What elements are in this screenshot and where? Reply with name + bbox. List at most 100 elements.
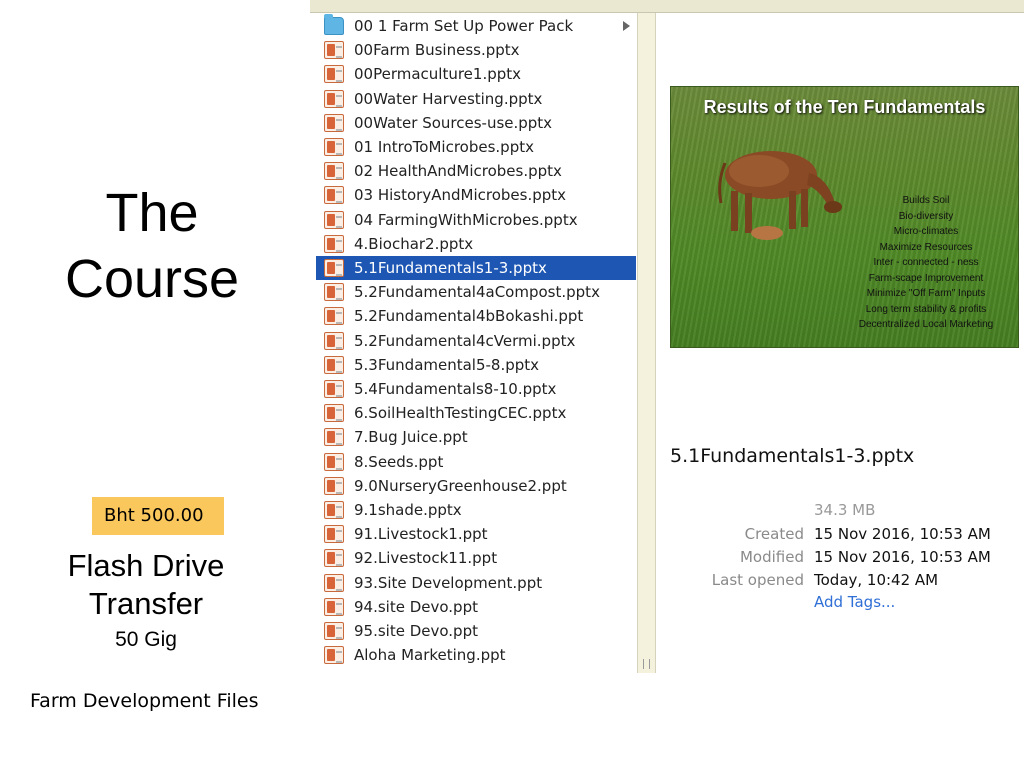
file-row[interactable]: 5.2Fundamental4aCompost.pptx <box>316 280 636 304</box>
ppt-icon <box>324 597 344 616</box>
file-row[interactable]: 5.3Fundamental5-8.pptx <box>316 353 636 377</box>
file-row[interactable]: 5.2Fundamental4bBokashi.ppt <box>316 304 636 328</box>
file-name: 5.2Fundamental4aCompost.pptx <box>354 283 600 302</box>
file-name: 5.2Fundamental4bBokashi.ppt <box>354 307 584 326</box>
ppt-icon <box>324 259 344 277</box>
file-name: 02 HealthAndMicrobes.pptx <box>354 162 562 181</box>
course-title: The Course <box>30 180 274 312</box>
file-row[interactable]: 93.Site Development.ppt <box>316 571 636 595</box>
finder-window: 00 1 Farm Set Up Power Pack 00Farm Busine… <box>310 0 1024 673</box>
thumbnail-bullet: Builds Soil <box>902 195 950 206</box>
ppt-icon <box>324 452 344 471</box>
ppt-icon <box>324 41 344 60</box>
ppt-icon <box>324 65 344 84</box>
file-row[interactable]: 9.0NurseryGreenhouse2.ppt <box>316 474 636 498</box>
file-row[interactable]: 8.Seeds.ppt <box>316 450 636 474</box>
meta-created: Created 15 Nov 2016, 10:53 AM <box>656 525 1024 547</box>
last-opened-label: Last opened <box>711 571 804 589</box>
flash-line1: Flash Drive <box>67 548 225 583</box>
file-name: 9.0NurseryGreenhouse2.ppt <box>354 476 567 495</box>
file-row[interactable]: 5.4Fundamentals8-10.pptx <box>316 377 636 401</box>
ppt-icon <box>324 162 344 181</box>
file-name: 01 IntroToMicrobes.pptx <box>354 138 534 156</box>
file-name: 04 FarmingWithMicrobes.pptx <box>354 210 578 229</box>
ppt-icon <box>324 210 344 229</box>
thumbnail-bullet: Farm-scape Improvement <box>868 272 984 284</box>
file-row[interactable]: 00Water Sources-use.pptx <box>316 111 636 135</box>
file-name: 5.3Fundamental5-8.pptx <box>354 355 540 374</box>
file-row[interactable]: 00Farm Business.pptx <box>316 38 636 62</box>
ppt-icon <box>324 186 344 205</box>
ppt-icon <box>324 234 344 253</box>
file-row[interactable]: 00Permaculture1.pptx <box>316 62 636 86</box>
file-name: 00Permaculture1.pptx <box>354 65 522 84</box>
ppt-icon <box>324 476 344 495</box>
file-row[interactable]: 5.1Fundamentals1-3.pptx <box>316 256 636 280</box>
ppt-icon <box>324 525 344 544</box>
file-row[interactable]: 92.Livestock11.ppt <box>316 546 636 570</box>
file-row[interactable]: 01 IntroToMicrobes.pptx <box>316 135 636 159</box>
file-row[interactable]: 03 HistoryAndMicrobes.pptx <box>316 183 636 207</box>
last-opened-value: Today, 10:42 AM <box>814 571 939 589</box>
file-row[interactable]: 04 FarmingWithMicrobes.pptx <box>316 208 636 232</box>
file-name: 5.1Fundamentals1-3.pptx <box>354 259 547 277</box>
ppt-icon <box>324 355 344 374</box>
modified-value: 15 Nov 2016, 10:53 AM <box>814 548 991 566</box>
file-row[interactable]: Aloha Marketing.ppt <box>316 643 636 667</box>
file-name: 94.site Devo.ppt <box>354 597 478 616</box>
ppt-icon <box>324 138 344 156</box>
preview-filename: 5.1Fundamentals1-3.pptx <box>670 445 915 467</box>
flash-drive-heading: Flash Drive Transfer <box>30 547 262 623</box>
file-name: 91.Livestock1.ppt <box>354 525 488 544</box>
file-row[interactable]: 95.site Devo.ppt <box>316 619 636 643</box>
file-name: 5.2Fundamental4cVermi.pptx <box>354 331 576 350</box>
file-row[interactable]: 94.site Devo.ppt <box>316 595 636 619</box>
ppt-icon <box>324 380 344 398</box>
file-row[interactable]: 4.Biochar2.pptx <box>316 232 636 256</box>
file-name: 00Farm Business.pptx <box>354 41 520 60</box>
price-badge: Bht 500.00 <box>92 497 224 535</box>
file-row[interactable]: 91.Livestock1.ppt <box>316 522 636 546</box>
course-title-line2: Course <box>64 249 240 309</box>
column-divider[interactable] <box>637 13 656 673</box>
ppt-icon <box>324 89 344 108</box>
file-name: Aloha Marketing.ppt <box>354 646 506 665</box>
file-row[interactable]: 00 1 Farm Set Up Power Pack <box>316 14 636 38</box>
file-name: 00Water Harvesting.pptx <box>354 89 543 108</box>
file-name: 00Water Sources-use.pptx <box>354 113 553 132</box>
preview-pane: Results of the Ten Fundamentals Builds S… <box>656 13 1024 673</box>
file-row[interactable]: 6.SoilHealthTestingCEC.pptx <box>316 401 636 425</box>
ppt-icon <box>324 404 344 423</box>
preview-thumbnail: Results of the Ten Fundamentals Builds S… <box>670 86 1019 348</box>
file-row[interactable]: 9.1shade.pptx <box>316 498 636 522</box>
file-row[interactable]: 5.2Fundamental4cVermi.pptx <box>316 329 636 353</box>
file-name: 4.Biochar2.pptx <box>354 234 474 253</box>
file-list-column[interactable]: 00 1 Farm Set Up Power Pack 00Farm Busine… <box>310 13 637 673</box>
modified-label: Modified <box>739 548 804 566</box>
file-name: 5.4Fundamentals8-10.pptx <box>354 380 557 398</box>
flash-line2: Transfer <box>88 586 204 621</box>
file-name: 92.Livestock11.ppt <box>354 549 498 568</box>
thumbnail-bullet: Bio-diversity <box>898 210 954 222</box>
column-resize-handle[interactable] <box>643 659 650 669</box>
file-name: 9.1shade.pptx <box>354 501 462 519</box>
add-tags-link[interactable]: Add Tags... <box>814 593 895 611</box>
flash-size-label: 50 Gig <box>115 628 177 651</box>
meta-last-opened: Last opened Today, 10:42 AM <box>656 571 1024 593</box>
file-row[interactable]: 02 HealthAndMicrobes.pptx <box>316 159 636 183</box>
file-size: 34.3 MB <box>814 501 876 519</box>
file-row[interactable]: 00Water Harvesting.pptx <box>316 87 636 111</box>
meta-modified: Modified 15 Nov 2016, 10:53 AM <box>656 548 1024 570</box>
file-name: 00 1 Farm Set Up Power Pack <box>354 17 574 35</box>
ppt-icon <box>324 622 344 640</box>
thumbnail-bullet: Minimize "Off Farm" Inputs <box>866 288 986 299</box>
file-row[interactable]: 7.Bug Juice.ppt <box>316 425 636 449</box>
footer-note: Farm Development Files <box>30 690 259 712</box>
finder-toolbar-edge <box>310 0 1024 13</box>
thumbnail-title: Results of the Ten Fundamentals <box>703 97 986 117</box>
ppt-icon <box>324 501 344 519</box>
thumbnail-bullet: Long term stability & profits <box>865 303 987 315</box>
file-name: 95.site Devo.ppt <box>354 622 478 640</box>
file-name: 6.SoilHealthTestingCEC.pptx <box>354 404 567 423</box>
ppt-icon <box>324 331 344 350</box>
